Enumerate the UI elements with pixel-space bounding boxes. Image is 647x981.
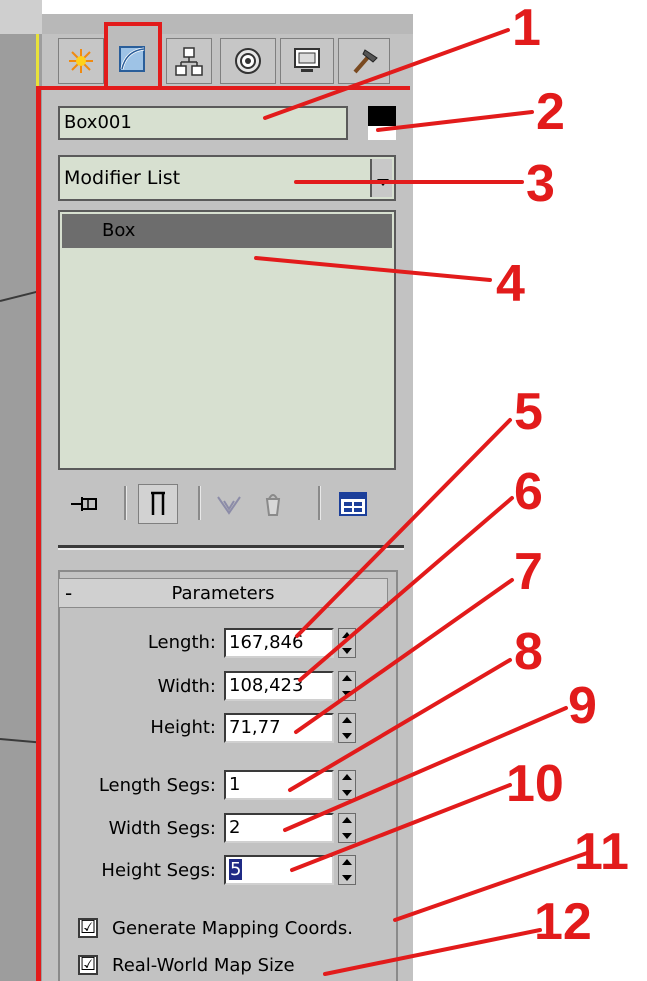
width-label: Width: bbox=[157, 676, 216, 697]
annotation-3: 3 bbox=[526, 155, 555, 213]
highlight-border-top bbox=[36, 86, 410, 90]
spinner-down-icon bbox=[342, 691, 352, 697]
tab-modify[interactable] bbox=[104, 22, 162, 90]
selected-value: 5 bbox=[229, 859, 243, 880]
modifier-stack[interactable]: Box bbox=[58, 210, 396, 470]
show-end-result-icon bbox=[151, 491, 165, 515]
annotation-12: 12 bbox=[534, 893, 592, 951]
display-icon bbox=[294, 48, 320, 72]
spinner-up-icon bbox=[342, 859, 352, 865]
annotation-7: 7 bbox=[514, 543, 543, 601]
width-spinner[interactable] bbox=[338, 671, 356, 701]
pin-stack-button[interactable] bbox=[66, 484, 104, 524]
panel-divider-highlight bbox=[58, 548, 404, 550]
annotation-8: 8 bbox=[514, 623, 543, 681]
tab-create[interactable] bbox=[58, 38, 104, 84]
spinner-down-icon bbox=[342, 875, 352, 881]
remove-modifier-button[interactable] bbox=[256, 484, 290, 524]
generate-mapping-coords-label: Generate Mapping Coords. bbox=[112, 918, 353, 939]
configure-modifier-sets-icon bbox=[339, 492, 367, 516]
motion-icon bbox=[235, 48, 261, 74]
hierarchy-icon bbox=[175, 47, 203, 76]
tab-hierarchy[interactable] bbox=[166, 38, 212, 84]
spinner-down-icon bbox=[342, 733, 352, 739]
annotation-6: 6 bbox=[514, 463, 543, 521]
width-segs-field[interactable]: 2 bbox=[224, 813, 334, 843]
remove-modifier-icon bbox=[265, 494, 281, 516]
width-segs-spinner[interactable] bbox=[338, 813, 356, 843]
spinner-down-icon bbox=[342, 790, 352, 796]
height-spinner[interactable] bbox=[338, 713, 356, 743]
annotation-5: 5 bbox=[514, 383, 543, 441]
modify-icon bbox=[119, 46, 145, 72]
length-spinner[interactable] bbox=[338, 628, 356, 658]
annotation-4: 4 bbox=[496, 255, 525, 313]
height-label: Height: bbox=[150, 717, 216, 738]
pin-stack-icon bbox=[71, 497, 97, 511]
annotation-2: 2 bbox=[536, 83, 565, 141]
height-segs-spinner[interactable] bbox=[338, 855, 356, 885]
length-label: Length: bbox=[147, 632, 216, 653]
toolbar-separator bbox=[124, 486, 127, 520]
annotation-9: 9 bbox=[568, 677, 597, 735]
width-segs-label: Width Segs: bbox=[108, 818, 216, 839]
spinner-up-icon bbox=[342, 774, 352, 780]
spinner-down-icon bbox=[342, 648, 352, 654]
modifier-list-label: Modifier List bbox=[64, 167, 181, 189]
real-world-map-size-label: Real-World Map Size bbox=[112, 955, 295, 976]
make-unique-icon bbox=[217, 496, 241, 515]
chevron-down-icon bbox=[377, 179, 389, 186]
make-unique-button[interactable] bbox=[212, 484, 246, 524]
spinner-up-icon bbox=[342, 675, 352, 681]
dropdown-button[interactable] bbox=[370, 159, 392, 197]
height-segs-label: Height Segs: bbox=[101, 860, 216, 881]
real-world-map-size-checkbox[interactable]: ☑ bbox=[78, 955, 98, 975]
configure-modifier-sets-button[interactable] bbox=[334, 484, 372, 524]
panel-top-strip bbox=[42, 14, 413, 34]
object-color-swatch-highlight bbox=[368, 126, 396, 140]
spinner-down-icon bbox=[342, 833, 352, 839]
annotation-1: 1 bbox=[512, 0, 541, 57]
utilities-icon bbox=[353, 49, 378, 74]
toolbar-separator bbox=[198, 486, 201, 520]
height-field[interactable]: 71,77 bbox=[224, 713, 334, 743]
length-field[interactable]: 167,846 bbox=[224, 628, 334, 658]
toolbar-separator bbox=[318, 486, 321, 520]
tab-utilities[interactable] bbox=[338, 38, 390, 84]
viewport-topbar bbox=[0, 0, 42, 34]
spinner-up-icon bbox=[342, 717, 352, 723]
modifier-list-dropdown[interactable]: Modifier List bbox=[58, 155, 396, 201]
spinner-up-icon bbox=[342, 632, 352, 638]
stack-item-box[interactable]: Box bbox=[62, 214, 392, 248]
width-field[interactable]: 108,423 bbox=[224, 671, 334, 701]
tab-display[interactable] bbox=[280, 38, 334, 84]
height-segs-field[interactable]: 5 bbox=[224, 855, 334, 885]
spinner-up-icon bbox=[342, 817, 352, 823]
viewport-edge-line bbox=[0, 290, 40, 302]
generate-mapping-coords-checkbox[interactable]: ☑ bbox=[78, 918, 98, 938]
tab-motion[interactable] bbox=[220, 38, 276, 84]
length-segs-spinner[interactable] bbox=[338, 770, 356, 800]
parameters-rollout-header[interactable]: - Parameters bbox=[58, 578, 388, 608]
object-name-field[interactable]: Box001 bbox=[58, 106, 348, 140]
rollout-title: Parameters bbox=[171, 583, 275, 604]
viewport-edge-line bbox=[0, 738, 40, 744]
create-icon bbox=[69, 49, 93, 73]
length-segs-label: Length Segs: bbox=[98, 775, 216, 796]
object-color-swatch[interactable] bbox=[368, 106, 396, 126]
length-segs-field[interactable]: 1 bbox=[224, 770, 334, 800]
annotation-10: 10 bbox=[506, 755, 564, 813]
highlight-border-left bbox=[36, 86, 41, 981]
annotation-11: 11 bbox=[574, 823, 629, 881]
show-end-result-button[interactable] bbox=[138, 484, 178, 524]
